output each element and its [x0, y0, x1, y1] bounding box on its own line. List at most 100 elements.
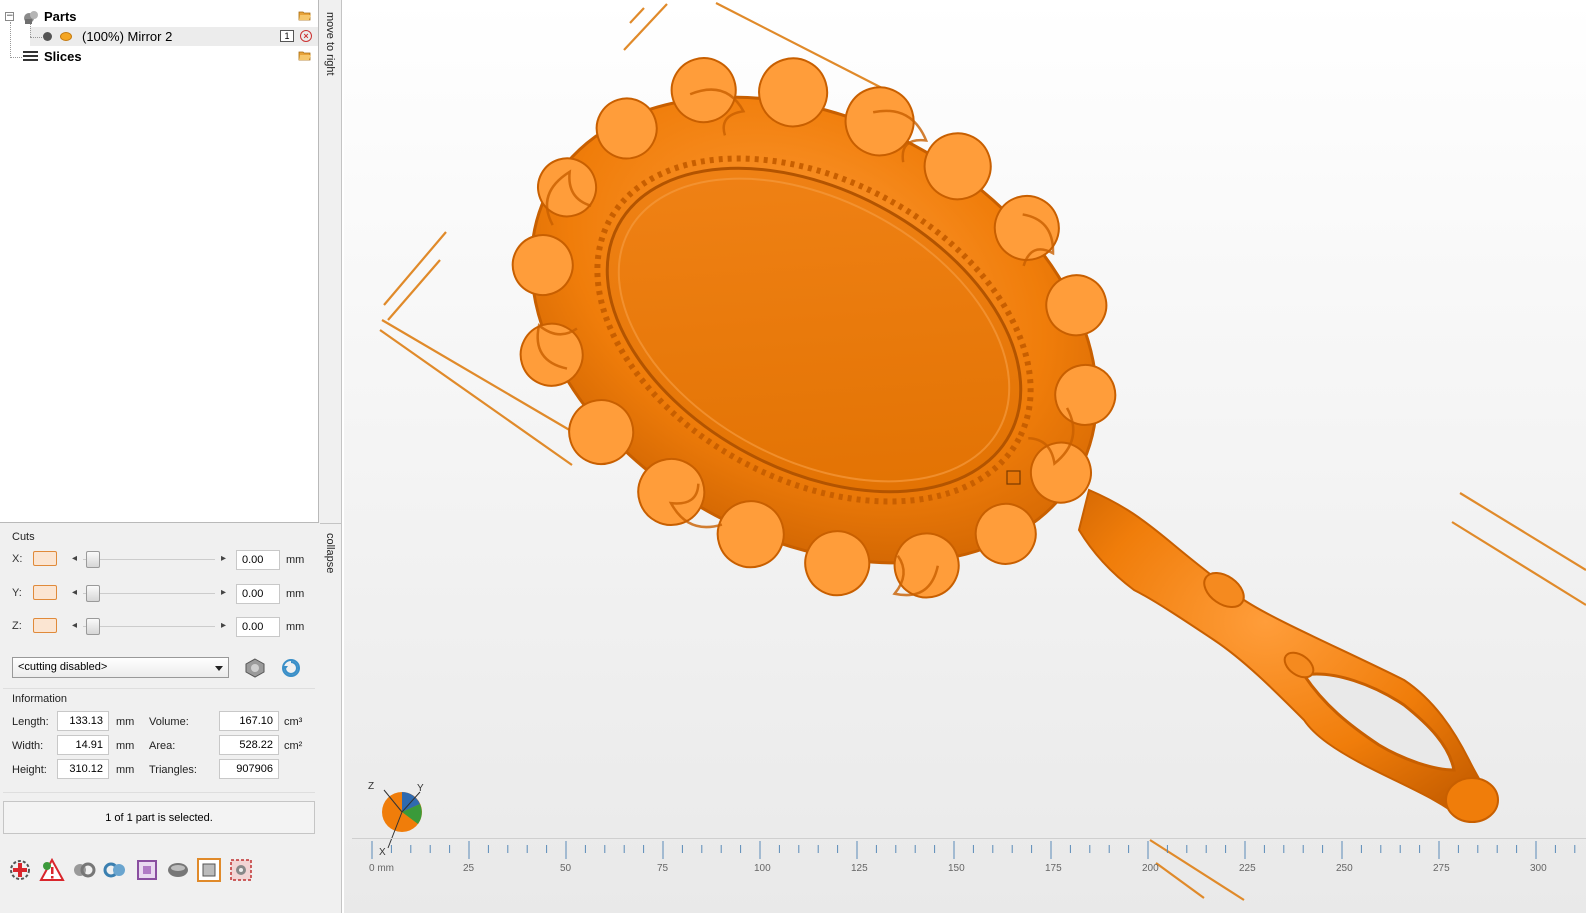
volume-value: 167.10	[219, 711, 279, 731]
axis-z-label: Z	[368, 781, 374, 792]
cut-y-input[interactable]: 0.00	[236, 584, 280, 604]
ruler-tick-label: 300	[1530, 863, 1547, 874]
ruler-tick-label: 25	[463, 863, 475, 874]
slider-right-arrow-icon[interactable]: ▸	[221, 620, 226, 631]
width-label: Width:	[12, 740, 44, 752]
ruler-tick-label: 175	[1045, 863, 1062, 874]
ruler-tick-label: 0 mm	[369, 863, 394, 874]
selection-status: 1 of 1 part is selected.	[3, 801, 315, 834]
slider-left-arrow-icon[interactable]: ◂	[72, 553, 77, 564]
ruler-tick-label: 250	[1336, 863, 1353, 874]
slider-right-arrow-icon[interactable]: ▸	[221, 587, 226, 598]
height-unit: mm	[116, 764, 135, 776]
left-panel: − Parts (100%) Mirror 2 1 × Slices Cuts …	[0, 0, 320, 913]
ruler-tick-label: 125	[851, 863, 868, 874]
divider	[320, 523, 342, 524]
cut-x-slider[interactable]: ◂ ▸	[69, 551, 229, 568]
slider-left-arrow-icon[interactable]: ◂	[72, 587, 77, 598]
collapse-tab[interactable]: collapse	[324, 533, 336, 573]
tree-item-mirror-2[interactable]: (100%) Mirror 2	[43, 27, 172, 46]
cut-y-unit: mm	[286, 588, 305, 600]
tree-guide-line	[10, 57, 22, 58]
rotate-right-icon[interactable]	[101, 856, 129, 884]
cut-x-color-swatch[interactable]	[33, 551, 57, 566]
3d-viewport[interactable]: Z Y X 0 mm 25 50 75 100 125 150 175 200 225 250 275…	[344, 0, 1586, 913]
open-folder-icon[interactable]	[298, 10, 312, 21]
rotate-left-icon[interactable]	[70, 856, 98, 884]
cut-x-unit: mm	[286, 554, 305, 566]
slider-left-arrow-icon[interactable]: ◂	[72, 620, 77, 631]
width-value: 14.91	[57, 735, 109, 755]
parts-label: Parts	[44, 9, 77, 24]
divider	[3, 688, 315, 689]
slices-icon	[23, 50, 38, 61]
width-unit: mm	[116, 740, 135, 752]
slider-thumb[interactable]	[86, 618, 100, 635]
tree-guide-line	[10, 22, 11, 58]
part-index-badge[interactable]: 1	[280, 30, 294, 42]
eye-icon[interactable]	[60, 32, 72, 41]
cut-y-label: Y:	[12, 587, 22, 599]
visibility-dot-icon[interactable]	[43, 32, 52, 41]
cutting-mode-select[interactable]: <cutting disabled>	[12, 657, 229, 678]
volume-label: Volume:	[149, 716, 189, 728]
grid-settings-icon[interactable]	[227, 856, 255, 884]
part-item-label: (100%) Mirror 2	[82, 29, 173, 44]
cut-z-color-swatch[interactable]	[33, 618, 57, 633]
add-part-icon[interactable]	[6, 856, 34, 884]
divider	[3, 792, 315, 793]
tree-guide-line	[30, 37, 42, 38]
information-title: Information	[12, 693, 68, 705]
open-folder-icon[interactable]	[298, 50, 312, 61]
ruler-tick-label: 150	[948, 863, 965, 874]
cutting-mode-value: <cutting disabled>	[18, 661, 108, 673]
tree-item-parts[interactable]: Parts	[22, 7, 77, 26]
triangles-value: 907906	[219, 759, 279, 779]
side-strip: move to right collapse	[320, 0, 342, 913]
ruler-tick-label: 225	[1239, 863, 1256, 874]
slider-thumb[interactable]	[86, 551, 100, 568]
parts-icon	[24, 10, 38, 24]
height-value: 310.12	[57, 759, 109, 779]
cut-z-input[interactable]: 0.00	[236, 617, 280, 637]
area-label: Area:	[149, 740, 176, 752]
apply-cut-icon[interactable]	[243, 657, 267, 679]
chevron-down-icon	[215, 666, 223, 671]
area-unit: cm²	[284, 740, 303, 752]
cuts-title: Cuts	[12, 531, 35, 543]
axis-y-label: Y	[417, 783, 424, 794]
box-select-icon[interactable]	[195, 856, 223, 884]
length-label: Length:	[12, 716, 49, 728]
cut-y-color-swatch[interactable]	[33, 585, 57, 600]
mirror-model[interactable]	[423, 0, 1499, 896]
length-unit: mm	[116, 716, 135, 728]
move-to-right-tab[interactable]: move to right	[324, 12, 336, 76]
reset-cut-icon[interactable]	[280, 657, 302, 679]
slider-thumb[interactable]	[86, 585, 100, 602]
ruler-tick-label: 100	[754, 863, 771, 874]
ruler-tick-label: 50	[560, 863, 572, 874]
cut-z-unit: mm	[286, 621, 305, 633]
scale-ruler: 0 mm 25 50 75 100 125 150 175 200 225 250 275 300	[352, 838, 1586, 874]
height-label: Height:	[12, 764, 47, 776]
tree-item-slices[interactable]: Slices	[22, 47, 82, 66]
area-value: 528.22	[219, 735, 279, 755]
triangles-label: Triangles:	[149, 764, 197, 776]
cut-x-input[interactable]: 0.00	[236, 550, 280, 570]
slices-label: Slices	[44, 49, 82, 64]
slider-right-arrow-icon[interactable]: ▸	[221, 553, 226, 564]
ruler-tick-label: 75	[657, 863, 669, 874]
ruler-tick-label: 275	[1433, 863, 1450, 874]
scene-canvas[interactable]: Z Y X	[344, 0, 1586, 913]
frame-icon[interactable]	[133, 856, 161, 884]
cut-x-label: X:	[12, 553, 23, 565]
volume-unit: cm³	[284, 716, 303, 728]
warning-icon[interactable]	[38, 856, 66, 884]
parts-tree[interactable]: − Parts (100%) Mirror 2 1 × Slices	[0, 0, 319, 523]
cut-z-slider[interactable]: ◂ ▸	[69, 618, 229, 635]
cut-z-label: Z:	[12, 620, 22, 632]
collapse-toggle[interactable]: −	[5, 12, 14, 21]
remove-part-icon[interactable]: ×	[300, 30, 312, 42]
cut-y-slider[interactable]: ◂ ▸	[69, 585, 229, 602]
sphere-icon[interactable]	[164, 856, 192, 884]
